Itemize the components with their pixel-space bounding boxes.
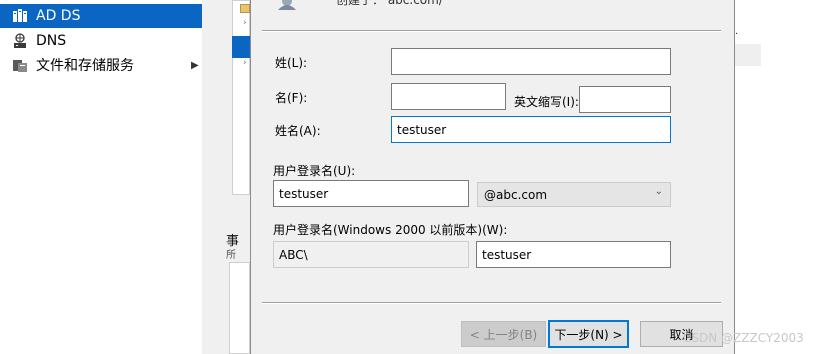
- pre2000-logon-label: 用户登录名(Windows 2000 以前版本)(W):: [273, 223, 508, 237]
- logon-name-label: 用户登录名(U):: [273, 164, 356, 178]
- folder-icon: [240, 4, 250, 13]
- last-name-field[interactable]: [391, 48, 671, 75]
- full-name-label: 姓名(A):: [275, 124, 321, 138]
- domain-suffix-value: @abc.com: [484, 188, 548, 202]
- initials-field[interactable]: [579, 86, 671, 113]
- first-name-field[interactable]: [391, 83, 506, 110]
- next-button[interactable]: 下一步(N) >: [548, 320, 629, 348]
- pre2000-logon-field[interactable]: [476, 241, 671, 268]
- sidebar-item-file-storage[interactable]: 文件和存储服务 ▶: [0, 53, 202, 77]
- watermark-text: CSDN @ZZZCY2003: [683, 331, 804, 345]
- background-tree-pane: [232, 0, 250, 195]
- first-name-label: 名(F):: [275, 91, 308, 105]
- sidebar-item-dns[interactable]: DNS: [0, 29, 202, 53]
- sidebar-item-label: 文件和存储服务: [36, 58, 134, 74]
- dialog-header-text: 创建于： abc.com/: [336, 0, 443, 7]
- background-events-pane: [229, 262, 250, 354]
- server-manager-sidebar: AD DS DNS 文件和存储服务 ▶: [0, 0, 203, 354]
- dns-icon: [14, 33, 26, 48]
- full-name-field[interactable]: [391, 116, 671, 143]
- sidebar-item-label: AD DS: [36, 8, 81, 24]
- divider: [262, 302, 721, 304]
- pre2000-domain-field: [273, 241, 469, 268]
- background-right-row: [735, 44, 761, 66]
- initials-label: 英文缩写(I):: [514, 95, 579, 109]
- chevron-right-icon: ▶: [191, 59, 199, 71]
- user-icon: [278, 0, 296, 10]
- background-right-text: .: [735, 26, 739, 37]
- divider: [262, 30, 721, 32]
- sidebar-item-label: DNS: [36, 33, 67, 49]
- sidebar-item-ad-ds[interactable]: AD DS: [0, 4, 202, 28]
- last-name-label: 姓(L):: [275, 56, 308, 70]
- chevron-right-icon: ›: [243, 58, 247, 68]
- domain-suffix-select[interactable]: @abc.com ⌄: [477, 182, 671, 207]
- chevron-right-icon: ›: [243, 18, 247, 28]
- file-storage-icon: [13, 60, 27, 72]
- logon-name-field[interactable]: [273, 180, 469, 207]
- ad-ds-icon: [13, 9, 27, 22]
- background-selected-item: [232, 36, 250, 58]
- background-all-label: 所: [226, 250, 236, 261]
- chevron-down-icon: ⌄: [654, 186, 663, 197]
- back-button[interactable]: < 上一步(B): [461, 321, 546, 347]
